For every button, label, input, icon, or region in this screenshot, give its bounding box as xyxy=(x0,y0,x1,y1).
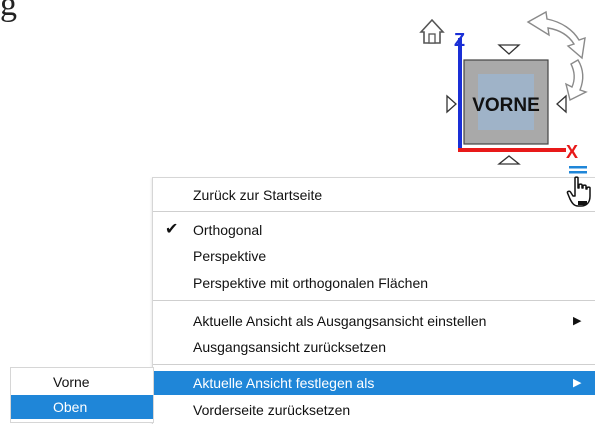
menu-item-label: Perspektive mit orthogonalen Flächen xyxy=(193,275,429,291)
menu-item-label: Orthogonal xyxy=(193,222,263,238)
menu-separator xyxy=(153,211,595,212)
menu-item-back-to-home[interactable]: Zurück zur Startseite xyxy=(153,183,595,207)
viewcube-face-label: VORNE xyxy=(472,95,540,116)
context-menu: Zurück zur Startseite ✔ Orthogonal Persp… xyxy=(152,177,595,424)
menu-item-perspective-ortho-faces[interactable]: Perspektive mit orthogonalen Flächen xyxy=(153,271,595,295)
menu-item-set-current-view-as[interactable]: Aktuelle Ansicht festlegen als ▶ xyxy=(153,371,595,395)
nav-arrow-left-icon[interactable] xyxy=(446,94,457,114)
menu-item-set-home-view[interactable]: Aktuelle Ansicht als Ausgangsansicht ein… xyxy=(153,309,595,333)
menu-separator xyxy=(153,364,595,365)
submenu-item-oben[interactable]: Oben xyxy=(11,395,153,419)
heading-fragment: g xyxy=(0,0,18,23)
menu-item-reset-front[interactable]: Vorderseite zurücksetzen xyxy=(153,398,595,422)
x-axis-label: X xyxy=(566,142,578,162)
submenu-arrow-icon: ▶ xyxy=(573,315,582,327)
menu-separator xyxy=(153,300,595,301)
nav-arrow-right-icon[interactable] xyxy=(556,94,567,114)
submenu-item-label: Oben xyxy=(53,399,88,415)
menu-item-label: Zurück zur Startseite xyxy=(193,187,323,203)
menu-item-label: Aktuelle Ansicht festlegen als xyxy=(193,375,375,391)
menu-item-label: Aktuelle Ansicht als Ausgangsansicht ein… xyxy=(193,313,487,329)
menu-item-orthogonal[interactable]: ✔ Orthogonal xyxy=(153,218,595,242)
checkmark-icon: ✔ xyxy=(165,221,179,238)
menu-item-label: Vorderseite zurücksetzen xyxy=(193,402,351,418)
submenu: Vorne Oben xyxy=(10,367,154,423)
menu-item-label: Perspektive xyxy=(193,248,267,264)
viewcube[interactable]: Z X VORNE xyxy=(0,0,595,175)
z-axis-label: Z xyxy=(454,30,465,50)
menu-item-perspective[interactable]: Perspektive xyxy=(153,244,595,268)
viewcube-face[interactable]: VORNE xyxy=(463,59,549,145)
menu-item-reset-home-view[interactable]: Ausgangsansicht zurücksetzen xyxy=(153,335,595,359)
menu-item-label: Ausgangsansicht zurücksetzen xyxy=(193,339,386,355)
nav-arrow-up-icon[interactable] xyxy=(497,44,521,55)
nav-arrow-down-icon[interactable] xyxy=(497,155,521,165)
hand-cursor-icon xyxy=(566,176,591,207)
menu-icon[interactable] xyxy=(569,166,587,174)
home-icon[interactable] xyxy=(419,18,445,44)
submenu-item-label: Vorne xyxy=(53,374,90,390)
submenu-item-vorne[interactable]: Vorne xyxy=(11,370,153,394)
submenu-arrow-icon: ▶ xyxy=(573,377,582,389)
